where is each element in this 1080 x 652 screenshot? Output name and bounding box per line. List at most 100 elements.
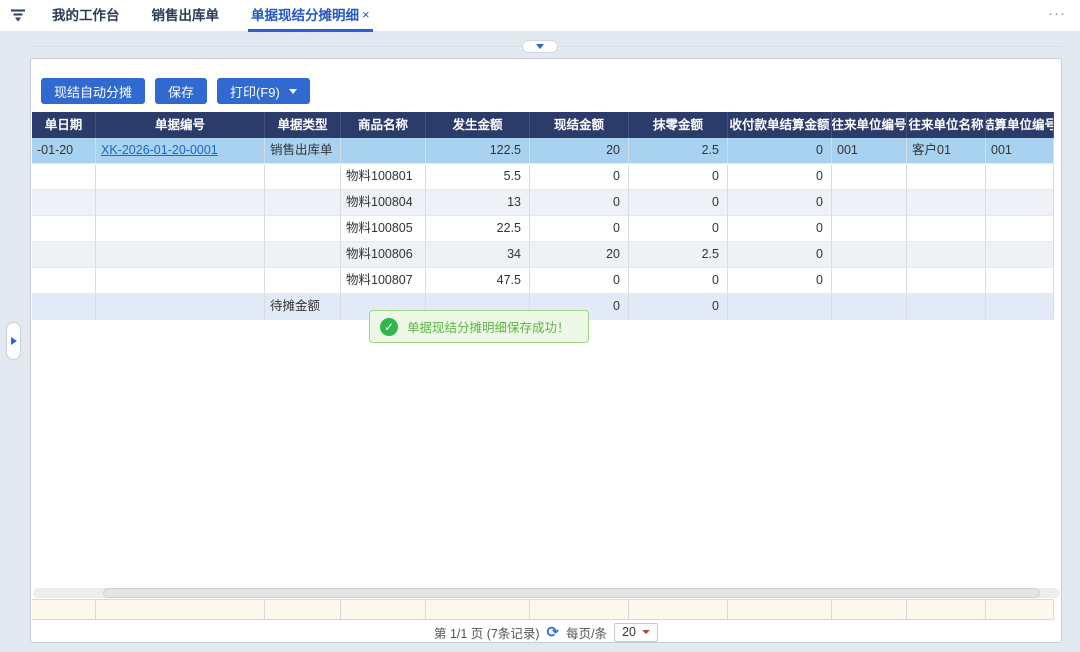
- table-cell: 20: [530, 138, 629, 164]
- refresh-icon[interactable]: ⟳: [547, 625, 560, 640]
- footer-cell: [341, 600, 426, 619]
- table-cell: [832, 164, 907, 190]
- tab-cash-settlement-detail[interactable]: 单据现结分摊明细 ×: [248, 0, 373, 32]
- column-header[interactable]: 单日期: [32, 112, 96, 138]
- print-button[interactable]: 打印(F9): [217, 78, 310, 104]
- table-cell: [986, 268, 1054, 294]
- column-header[interactable]: 单据类型: [265, 112, 341, 138]
- footer-cell: [530, 600, 629, 619]
- table-cell: 0: [728, 164, 832, 190]
- table-cell: 0: [629, 294, 728, 320]
- column-header[interactable]: 收付款单结算金额: [728, 112, 832, 138]
- table-cell: 销售出库单: [265, 138, 341, 164]
- app-screen: 我的工作台 销售出库单 单据现结分摊明细 × ··· 现结自动分摊 保存: [0, 0, 1080, 652]
- table-cell: 物料100806: [341, 242, 426, 268]
- table-cell: [265, 268, 341, 294]
- table-cell: [96, 268, 265, 294]
- sidebar-expand-handle[interactable]: [6, 322, 21, 360]
- scrollbar-thumb[interactable]: [103, 588, 1040, 598]
- table-cell: 客户01: [907, 138, 986, 164]
- table-cell: 0: [530, 190, 629, 216]
- column-header[interactable]: 抹零金额: [629, 112, 728, 138]
- table-cell: 0: [530, 268, 629, 294]
- page-size-label: 每页/条: [566, 623, 607, 642]
- footer-cell: [986, 600, 1054, 619]
- table-cell: 0: [728, 138, 832, 164]
- table-row[interactable]: 物料10080747.5000: [32, 268, 1054, 294]
- chevron-right-icon: [11, 337, 17, 345]
- tab-label: 销售出库单: [152, 4, 220, 24]
- table-cell: 0: [728, 268, 832, 294]
- table-cell: [32, 190, 96, 216]
- pagination-bar: 第 1/1 页 (7条记录) ⟳ 每页/条 20: [31, 621, 1061, 643]
- table-cell: [728, 294, 832, 320]
- table-cell: 0: [530, 164, 629, 190]
- toast-message: 单据现结分摊明细保存成功！: [407, 317, 570, 336]
- footer-cell: [629, 600, 728, 619]
- table-cell: 0: [629, 268, 728, 294]
- document-number-link[interactable]: XK-2026-01-20-0001: [101, 138, 218, 163]
- table-cell: 20: [530, 242, 629, 268]
- table-cell: 物料100807: [341, 268, 426, 294]
- table-cell: [32, 242, 96, 268]
- table-cell: 13: [426, 190, 530, 216]
- page-size-select[interactable]: 20: [614, 623, 658, 642]
- column-header[interactable]: 结算单位编号: [986, 112, 1054, 138]
- footer-cell: [32, 600, 96, 619]
- table-cell: 0: [728, 216, 832, 242]
- table-cell: [907, 190, 986, 216]
- table-row[interactable]: 物料10080413000: [32, 190, 1054, 216]
- tab-close-icon[interactable]: ×: [362, 7, 370, 22]
- table-cell: [32, 216, 96, 242]
- table-row[interactable]: 物料1008015.5000: [32, 164, 1054, 190]
- success-check-icon: ✓: [380, 318, 398, 336]
- tab-overflow-icon[interactable]: ···: [1048, 5, 1066, 22]
- table-cell: 34: [426, 242, 530, 268]
- table-cell: [265, 216, 341, 242]
- table-cell: [832, 216, 907, 242]
- table-row[interactable]: 物料10080522.5000: [32, 216, 1054, 242]
- table-cell: [265, 242, 341, 268]
- column-header[interactable]: 单据编号: [96, 112, 265, 138]
- table-cell: [986, 164, 1054, 190]
- button-label: 打印(F9): [230, 82, 280, 101]
- cash-auto-allocate-button[interactable]: 现结自动分摊: [41, 78, 145, 104]
- table-cell: 0: [728, 190, 832, 216]
- table-cell: [341, 138, 426, 164]
- footer-cell: [907, 600, 986, 619]
- table-cell: 001: [832, 138, 907, 164]
- table-cell: [832, 242, 907, 268]
- grid-footer-row: [32, 599, 1054, 620]
- table-cell: [96, 294, 265, 320]
- horizontal-scrollbar[interactable]: [33, 588, 1060, 598]
- table-cell: 5.5: [426, 164, 530, 190]
- table-cell: [832, 294, 907, 320]
- table-cell: [96, 164, 265, 190]
- table-cell: 待摊金额: [265, 294, 341, 320]
- table-cell: XK-2026-01-20-0001: [96, 138, 265, 164]
- tab-list-menu-icon[interactable]: [10, 8, 28, 24]
- column-header[interactable]: 往来单位名称: [907, 112, 986, 138]
- table-row[interactable]: 物料10080634202.50: [32, 242, 1054, 268]
- column-header[interactable]: 现结金额: [530, 112, 629, 138]
- save-button[interactable]: 保存: [155, 78, 207, 104]
- table-cell: [986, 242, 1054, 268]
- footer-cell: [426, 600, 530, 619]
- table-cell: [907, 216, 986, 242]
- tab-label: 单据现结分摊明细: [251, 4, 359, 24]
- column-header[interactable]: 往来单位编号: [832, 112, 907, 138]
- collapse-panel-button[interactable]: [522, 40, 558, 53]
- tab-bar: 我的工作台 销售出库单 单据现结分摊明细 × ···: [0, 0, 1080, 32]
- column-header[interactable]: 发生金额: [426, 112, 530, 138]
- table-cell: 2.5: [629, 242, 728, 268]
- table-cell: [907, 242, 986, 268]
- table-row[interactable]: -01-20XK-2026-01-20-0001销售出库单122.5202.50…: [32, 138, 1054, 164]
- tab-sales-outbound-order[interactable]: 销售出库单: [149, 0, 223, 32]
- footer-cell: [728, 600, 832, 619]
- table-cell: 0: [629, 216, 728, 242]
- tab-label: 我的工作台: [52, 4, 120, 24]
- column-header[interactable]: 商品名称: [341, 112, 426, 138]
- tab-my-workbench[interactable]: 我的工作台: [49, 0, 123, 32]
- table-cell: [907, 268, 986, 294]
- table-cell: 22.5: [426, 216, 530, 242]
